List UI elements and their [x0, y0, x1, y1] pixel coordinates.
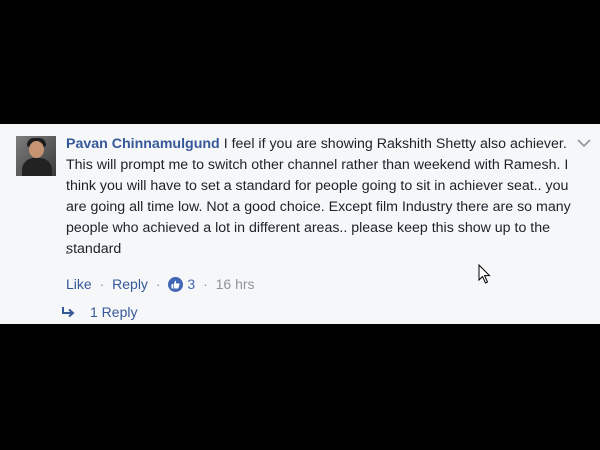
avatar-body [22, 158, 52, 176]
like-count[interactable]: 3 [187, 276, 195, 292]
reply-arrow-icon [62, 307, 75, 318]
like-link[interactable]: Like [66, 276, 92, 292]
comment-author[interactable]: Pavan Chinnamulgund [66, 136, 220, 152]
comment-actions: Like · Reply · 3 · 16 hrs [66, 274, 255, 294]
separator: · [99, 276, 105, 292]
avatar[interactable] [16, 136, 56, 176]
reply-link[interactable]: Reply [112, 276, 148, 292]
view-replies-link[interactable]: 1 Reply [62, 302, 137, 322]
comment-body: Pavan Chinnamulgund I feel if you are sho… [66, 134, 576, 260]
comment-text: I feel if you are showing Rakshith Shett… [66, 136, 571, 257]
separator: · [155, 276, 161, 292]
replies-count-label[interactable]: 1 Reply [90, 304, 137, 320]
separator: · [203, 276, 208, 292]
thumbs-up-icon [168, 276, 184, 292]
comment-panel: Pavan Chinnamulgund I feel if you are sho… [0, 124, 600, 324]
comment-timestamp[interactable]: 16 hrs [216, 276, 255, 292]
mouse-pointer-icon [478, 264, 491, 284]
chevron-down-icon[interactable] [577, 138, 591, 148]
comment-trailing-dot [66, 252, 70, 254]
avatar-face [29, 141, 44, 158]
